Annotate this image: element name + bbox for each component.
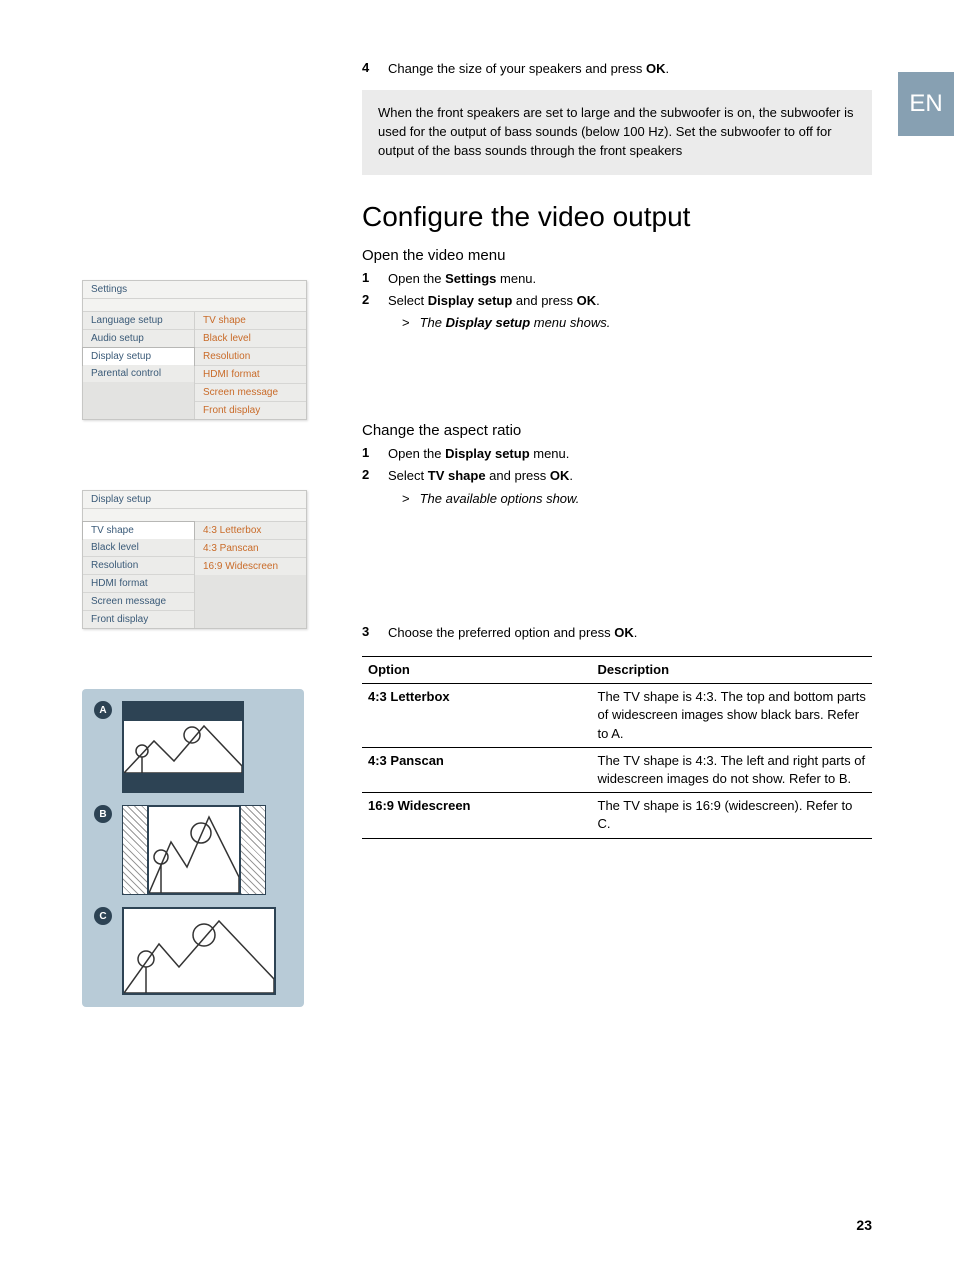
menu-item: Screen message (83, 593, 194, 611)
illustration-panscan: B (94, 805, 292, 895)
open-video-heading: Open the video menu (362, 247, 872, 264)
menu-right-col: 4:3 Letterbox4:3 Panscan16:9 Widescreen (195, 522, 306, 628)
menu-item: Display setup (82, 347, 195, 366)
menu-item: Front display (195, 402, 306, 419)
table-header-option: Option (362, 657, 592, 684)
display-setup-menu-screenshot: Display setup TV shapeBlack levelResolut… (82, 490, 307, 629)
menu-right-col: TV shapeBlack levelResolutionHDMI format… (195, 312, 306, 419)
open-video-step-1: 1 Open the Settings menu. (362, 270, 872, 288)
menu-left-col: TV shapeBlack levelResolutionHDMI format… (83, 522, 195, 628)
page-number: 23 (856, 1217, 872, 1233)
menu-item: HDMI format (83, 575, 194, 593)
menu-left-col: Language setupAudio setupDisplay setupPa… (83, 312, 195, 419)
option-name: 4:3 Letterbox (362, 684, 592, 748)
right-column: 4 Change the size of your speakers and p… (362, 60, 872, 1007)
table-row: 4:3 PanscanThe TV shape is 4:3. The left… (362, 747, 872, 792)
menu-item: 16:9 Widescreen (195, 558, 306, 575)
menu-title: Settings (83, 281, 306, 298)
menu-item: 4:3 Letterbox (195, 522, 306, 540)
table-row: 4:3 LetterboxThe TV shape is 4:3. The to… (362, 684, 872, 748)
badge-b: B (94, 805, 112, 823)
aspect-heading: Change the aspect ratio (362, 422, 872, 439)
option-name: 16:9 Widescreen (362, 793, 592, 838)
step-4: 4 Change the size of your speakers and p… (362, 60, 872, 78)
menu-item: Parental control (83, 365, 194, 382)
section-title: Configure the video output (362, 201, 872, 233)
option-name: 4:3 Panscan (362, 747, 592, 792)
menu-item: HDMI format (195, 366, 306, 384)
menu-item: Resolution (83, 557, 194, 575)
menu-item: Screen message (195, 384, 306, 402)
table-row: 16:9 WidescreenThe TV shape is 16:9 (wid… (362, 793, 872, 838)
tv-shape-illustration: A (82, 689, 304, 1007)
menu-item: Resolution (195, 348, 306, 366)
open-video-result: The Display setup menu shows. (402, 314, 872, 332)
aspect-step-1: 1 Open the Display setup menu. (362, 445, 872, 463)
menu-item: Audio setup (83, 330, 194, 348)
illustration-letterbox: A (94, 701, 292, 793)
menu-item: 4:3 Panscan (195, 540, 306, 558)
option-description: The TV shape is 16:9 (widescreen). Refer… (592, 793, 873, 838)
menu-item: Black level (83, 539, 194, 557)
note-box: When the front speakers are set to large… (362, 90, 872, 175)
option-description: The TV shape is 4:3. The left and right … (592, 747, 873, 792)
settings-menu-screenshot: Settings Language setupAudio setupDispla… (82, 280, 307, 420)
menu-item: Language setup (83, 312, 194, 330)
options-table: Option Description 4:3 LetterboxThe TV s… (362, 656, 872, 839)
aspect-result: The available options show. (402, 490, 872, 508)
aspect-step-2: 2 Select TV shape and press OK. (362, 467, 872, 485)
menu-item: TV shape (195, 312, 306, 330)
menu-title: Display setup (83, 491, 306, 508)
table-header-description: Description (592, 657, 873, 684)
menu-item: Black level (195, 330, 306, 348)
open-video-step-2: 2 Select Display setup and press OK. (362, 292, 872, 310)
badge-a: A (94, 701, 112, 719)
menu-item: TV shape (82, 521, 195, 540)
illustration-widescreen: C (94, 907, 292, 995)
language-tab: EN (898, 72, 954, 136)
left-column: Settings Language setupAudio setupDispla… (82, 60, 332, 1007)
step-3-choose: 3 Choose the preferred option and press … (362, 624, 872, 642)
menu-item: Front display (83, 611, 194, 628)
badge-c: C (94, 907, 112, 925)
option-description: The TV shape is 4:3. The top and bottom … (592, 684, 873, 748)
